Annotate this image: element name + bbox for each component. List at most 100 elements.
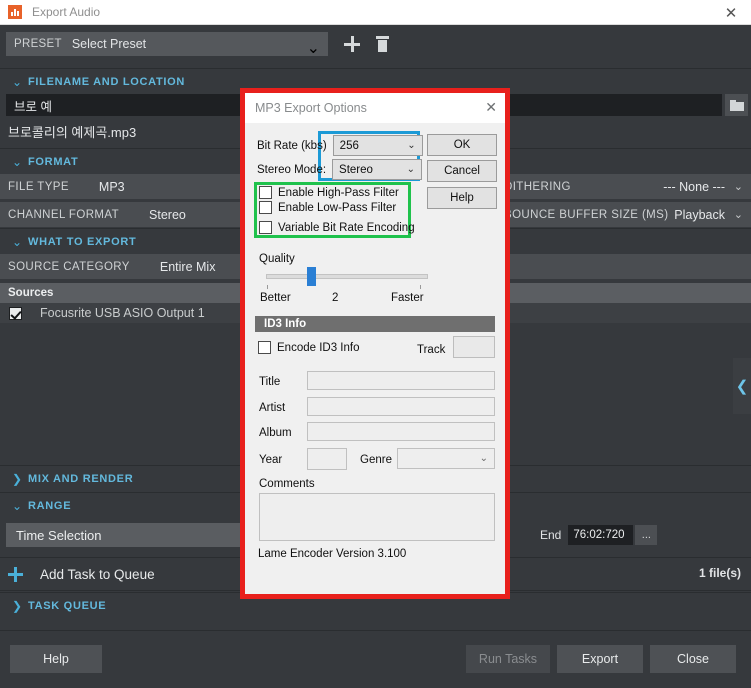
quality-label: Quality: [259, 253, 295, 265]
file-count-label: 1 file(s): [698, 566, 741, 580]
stereo-mode-label: Stereo Mode:: [257, 163, 327, 176]
track-label: Track: [417, 344, 446, 356]
chevron-down-icon: ⌄: [11, 498, 23, 513]
dithering-label: DITHERING: [504, 180, 571, 193]
chevron-down-icon: ⌄: [11, 74, 23, 89]
bounce-buffer-value: Playback: [674, 207, 725, 222]
bounce-buffer-label: BOUNCE BUFFER SIZE (MS): [504, 208, 669, 221]
source-label: Focusrite USB ASIO Output 1: [40, 306, 205, 320]
export-button[interactable]: Export: [557, 645, 643, 673]
modal-cancel-button[interactable]: Cancel: [427, 160, 497, 182]
dithering-value: --- None ---: [663, 179, 725, 194]
bit-rate-label: Bit Rate (kbs): [257, 139, 327, 152]
end-browse-button[interactable]: ...: [635, 525, 658, 545]
chevron-down-icon: ⌄: [11, 154, 23, 169]
range-end-group: End 76:02:720 ...: [540, 525, 658, 545]
window-title: Export Audio: [32, 5, 101, 19]
section-title: WHAT TO EXPORT: [28, 235, 137, 248]
chevron-down-icon: ⌄: [733, 181, 743, 193]
filename-value: 브로콜리의 예제곡.mp3: [8, 124, 137, 140]
close-button[interactable]: Close: [650, 645, 736, 673]
add-task-label: Add Task to Queue: [40, 566, 155, 582]
end-input[interactable]: 76:02:720: [568, 525, 634, 545]
comments-input[interactable]: [259, 493, 495, 541]
id3-info-header: ID3 Info: [255, 316, 495, 332]
dithering-select[interactable]: DITHERING --- None --- ⌄: [495, 174, 751, 199]
end-value: 76:02:720: [573, 529, 625, 541]
chevron-down-icon: ⌄: [733, 209, 743, 221]
year-label: Year: [259, 454, 283, 466]
run-tasks-button[interactable]: Run Tasks: [466, 645, 550, 673]
path-value: 브로 예: [14, 99, 52, 114]
section-title: MIX AND RENDER: [28, 472, 134, 485]
help-button[interactable]: Help: [10, 645, 102, 673]
quality-slider-thumb[interactable]: [307, 267, 316, 286]
track-input[interactable]: [453, 336, 495, 358]
preset-label: PRESET: [14, 38, 62, 50]
preset-row: PRESET Select Preset ⌄: [0, 26, 751, 62]
section-title: TASK QUEUE: [28, 599, 107, 612]
title-label: Title: [259, 376, 281, 388]
window-close-icon[interactable]: ✕: [711, 0, 751, 25]
modal-close-icon[interactable]: ✕: [485, 99, 497, 116]
high-pass-filter-row[interactable]: Enable High-Pass Filter: [259, 186, 399, 199]
section-title: FORMAT: [28, 155, 79, 168]
time-selection-value: Time Selection: [16, 527, 102, 543]
stereo-mode-row: Stereo Mode: Stereo ⌄: [257, 159, 423, 180]
encoder-version-label: Lame Encoder Version 3.100: [258, 548, 407, 560]
footer-bar: Help Run Tasks Export Close: [0, 630, 751, 688]
mp3-export-options-dialog: MP3 Export Options ✕ Bit Rate (kbs) 256 …: [245, 93, 505, 594]
preset-select[interactable]: PRESET Select Preset ⌄: [6, 32, 328, 57]
channel-format-value: Stereo: [149, 207, 186, 222]
low-pass-filter-label: Enable Low-Pass Filter: [278, 201, 397, 214]
bit-rate-select[interactable]: 256 ⌄: [332, 135, 423, 156]
variable-bit-rate-label: Variable Bit Rate Encoding: [278, 221, 415, 234]
variable-bit-rate-checkbox[interactable]: [259, 221, 272, 234]
collapse-panel-icon[interactable]: ❮: [733, 358, 751, 414]
stereo-mode-select[interactable]: Stereo ⌄: [332, 159, 423, 180]
source-checkbox[interactable]: [9, 306, 22, 320]
genre-label: Genre: [360, 454, 392, 466]
source-category-label: SOURCE CATEGORY: [8, 260, 130, 273]
slider-tick-left: [267, 285, 268, 289]
modal-ok-button[interactable]: OK: [427, 134, 497, 156]
high-pass-filter-checkbox[interactable]: [259, 186, 272, 199]
modal-help-button[interactable]: Help: [427, 187, 497, 209]
browse-folder-button[interactable]: [725, 94, 748, 116]
sources-header-label: Sources: [8, 287, 54, 299]
album-label: Album: [259, 427, 292, 439]
bounce-buffer-select[interactable]: BOUNCE BUFFER SIZE (MS) Playback ⌄: [495, 202, 751, 227]
end-label: End: [540, 528, 562, 542]
chevron-down-icon: ⌄: [407, 140, 416, 151]
export-audio-window: Export Audio ✕ PRESET Select Preset ⌄ ⌄ …: [0, 0, 751, 688]
year-input[interactable]: [307, 448, 347, 470]
low-pass-filter-checkbox[interactable]: [259, 201, 272, 214]
add-preset-icon[interactable]: [344, 36, 360, 52]
artist-input[interactable]: [307, 397, 495, 416]
encode-id3-checkbox[interactable]: [258, 341, 271, 354]
title-input[interactable]: [307, 371, 495, 390]
source-category-right-pad: [495, 254, 751, 279]
section-title: FILENAME AND LOCATION: [28, 75, 186, 88]
quality-better-label: Better: [260, 292, 291, 304]
file-type-label: FILE TYPE: [8, 180, 69, 193]
variable-bit-rate-row[interactable]: Variable Bit Rate Encoding: [259, 221, 415, 234]
file-type-value: MP3: [98, 179, 125, 194]
album-input[interactable]: [307, 422, 495, 441]
quality-value-label: 2: [332, 292, 339, 304]
bit-rate-row: Bit Rate (kbs) 256 ⌄: [257, 135, 423, 156]
chevron-right-icon: ❯: [11, 598, 23, 613]
high-pass-filter-label: Enable High-Pass Filter: [278, 186, 399, 199]
delete-preset-icon[interactable]: [376, 36, 389, 52]
encode-id3-row[interactable]: Encode ID3 Info: [258, 341, 359, 354]
chevron-down-icon: ⌄: [306, 40, 320, 57]
chevron-down-icon: ⌄: [479, 453, 488, 464]
quality-faster-label: Faster: [391, 292, 424, 304]
mp3-export-options-highlight: MP3 Export Options ✕ Bit Rate (kbs) 256 …: [240, 88, 510, 599]
preset-value: Select Preset: [71, 37, 147, 51]
genre-select[interactable]: ⌄: [397, 448, 495, 469]
chevron-right-icon: ❯: [11, 471, 23, 486]
comments-label: Comments: [259, 478, 315, 490]
low-pass-filter-row[interactable]: Enable Low-Pass Filter: [259, 201, 396, 214]
quality-slider-track[interactable]: [266, 274, 428, 279]
